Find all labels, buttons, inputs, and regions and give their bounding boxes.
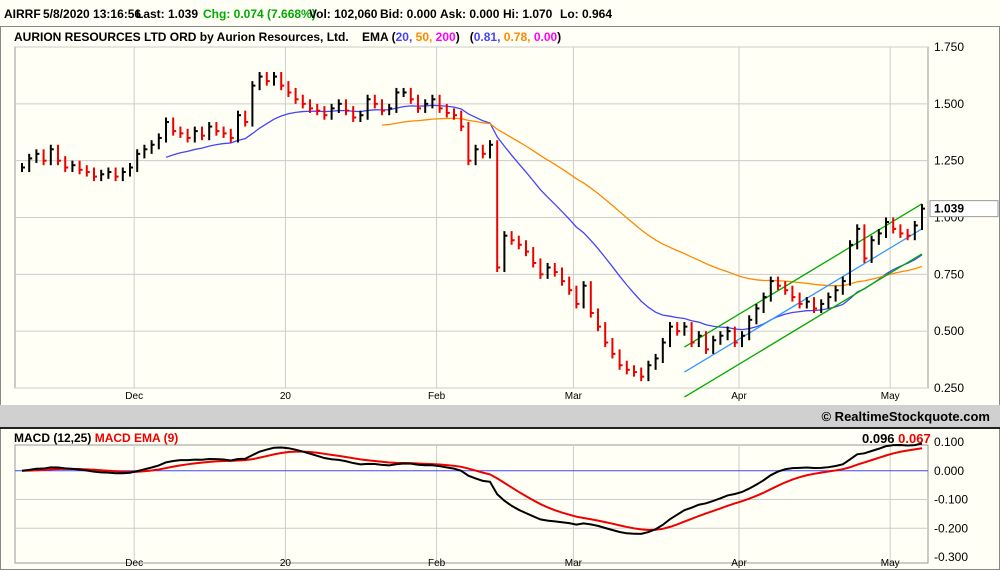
macd-tick-label: 0.000 (934, 464, 964, 478)
macd-tick-label: -0.200 (934, 521, 968, 535)
macd-tick-label: 0.100 (934, 435, 964, 449)
x-tick-label: Dec (125, 558, 143, 569)
x-tick-label: May (881, 391, 900, 402)
x-tick-label: Mar (565, 558, 583, 569)
x-tick-label: 20 (280, 391, 292, 402)
x-tick-label: Mar (565, 391, 583, 402)
price-tick-label: 1.750 (934, 40, 964, 54)
price-tick-label: 0.250 (934, 381, 964, 395)
macd-tick-label: -0.100 (934, 493, 968, 507)
price-tick-label: 0.500 (934, 324, 964, 338)
x-tick-label: Feb (428, 391, 446, 402)
last-price-label: 1.039 (934, 202, 964, 216)
x-tick-label: May (881, 558, 900, 569)
x-tick-label: Apr (731, 558, 747, 569)
price-tick-label: 0.750 (934, 267, 964, 281)
macd-tick-label: -0.300 (934, 550, 968, 564)
x-tick-label: 20 (280, 558, 292, 569)
price-tick-label: 1.500 (934, 97, 964, 111)
x-tick-label: Apr (731, 391, 747, 402)
macd-plot-area (14, 444, 929, 564)
price-chart: 1.7501.5001.2501.0000.7500.5000.250DecDe… (14, 40, 999, 569)
x-tick-label: Feb (428, 558, 446, 569)
x-tick-label: Dec (125, 391, 143, 402)
price-tick-label: 1.250 (934, 154, 964, 168)
